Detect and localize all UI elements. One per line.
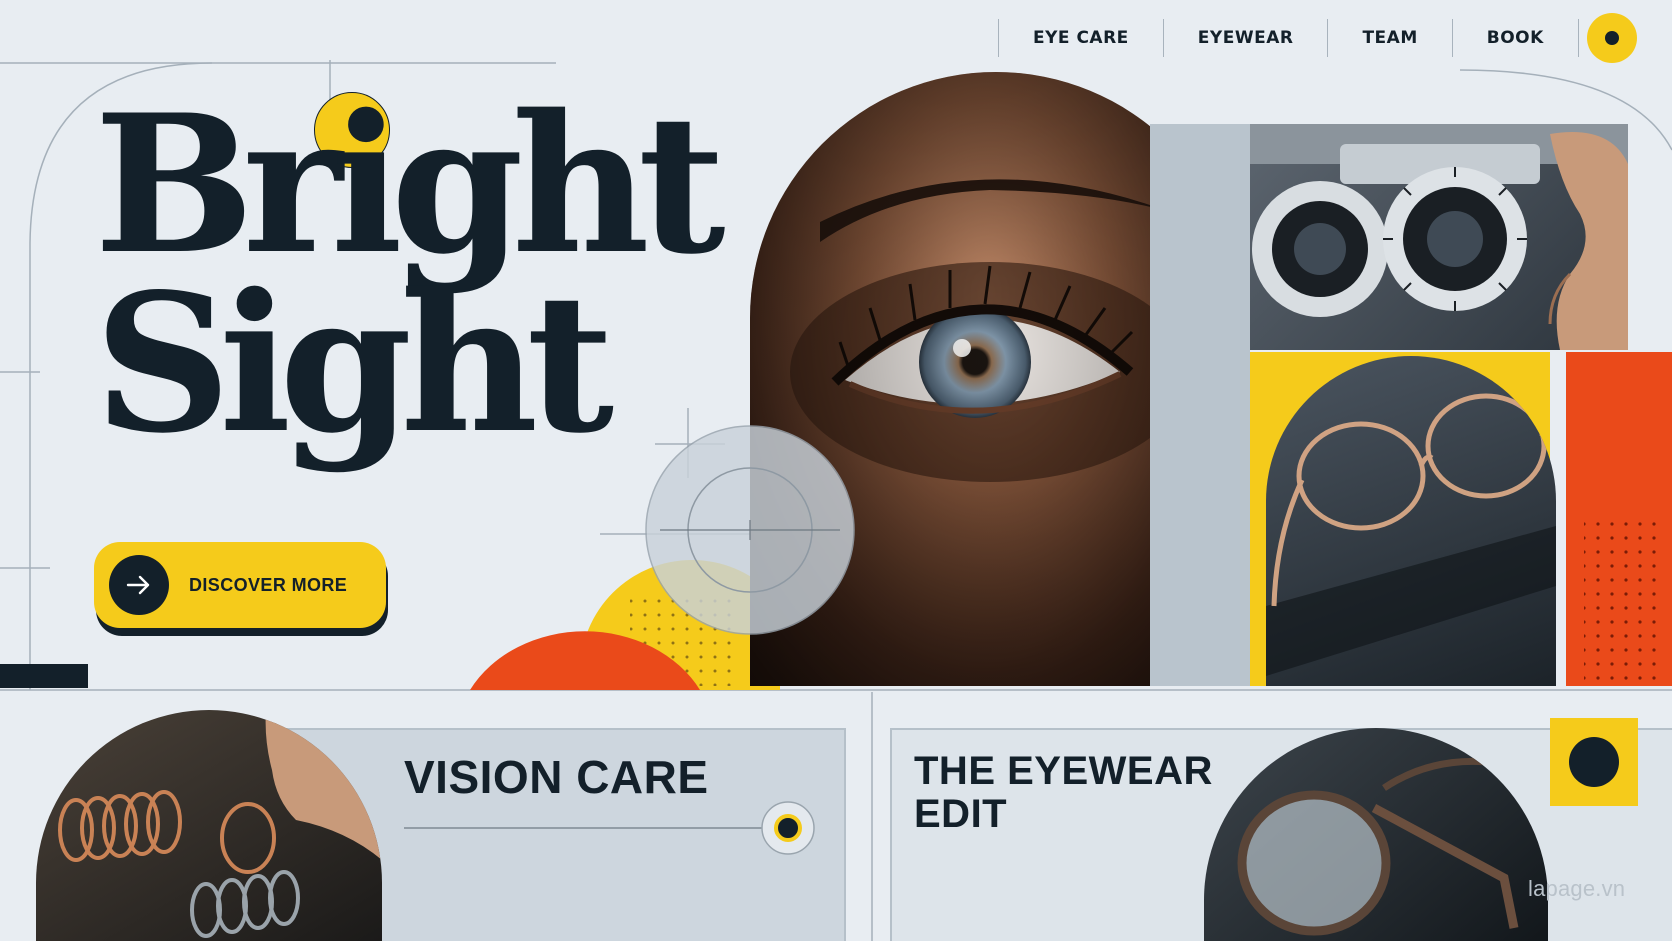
discover-more-label: DISCOVER MORE <box>189 574 348 595</box>
grey-panel <box>1150 124 1250 686</box>
dark-dot-icon <box>1569 737 1619 787</box>
vision-card-divider <box>404 801 815 855</box>
watermark: lapage.vn <box>1528 876 1626 901</box>
glasses-photo <box>1266 356 1556 686</box>
yellow-accent-square <box>1550 718 1638 806</box>
orange-panel <box>1566 352 1672 686</box>
hero-title-line2: Sight <box>94 251 614 475</box>
eyewear-title-line1: THE EYEWEAR <box>914 749 1213 793</box>
eyewear-title-line2: EDIT <box>914 792 1008 837</box>
arrow-right-icon <box>109 555 169 615</box>
hero-title: Bright Sight <box>94 73 726 475</box>
eyewear-edit-title: THE EYEWEAR EDIT <box>914 749 1254 837</box>
phoropter-photo <box>1250 124 1628 350</box>
hero-title-line1: Bright <box>94 73 726 296</box>
lens-graphic <box>645 425 855 635</box>
discover-more-button[interactable]: DISCOVER MORE <box>94 542 386 628</box>
